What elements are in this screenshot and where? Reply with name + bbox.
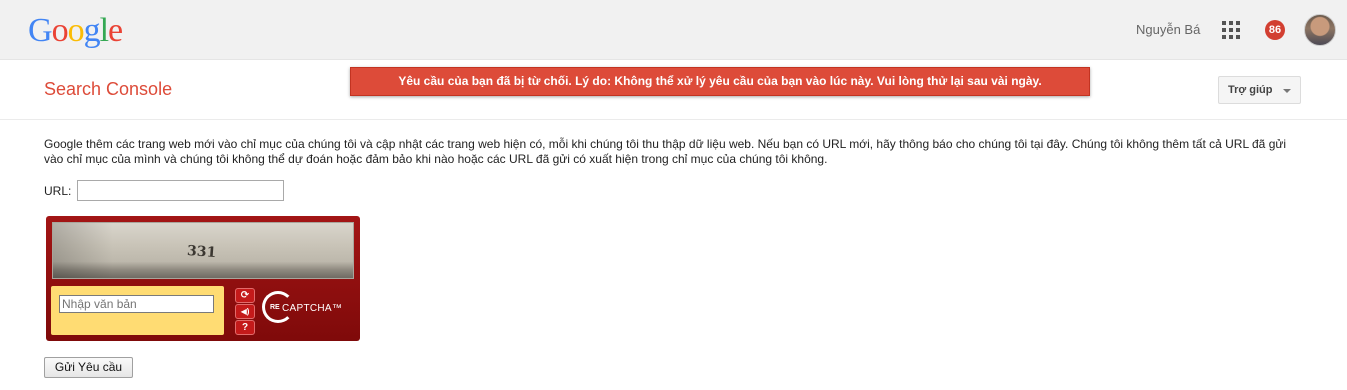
recaptcha-widget: 331 ⟳ ◀) ? RE CAPTCHA™ xyxy=(46,216,360,341)
google-logo[interactable]: Google xyxy=(28,11,123,51)
logo-letter: o xyxy=(67,12,85,49)
top-bar: Google Nguyễn Bá 86 xyxy=(0,0,1347,60)
refresh-icon[interactable]: ⟳ xyxy=(235,288,255,303)
description-text: Google thêm các trang web mới vào chỉ mụ… xyxy=(44,137,1287,166)
chevron-down-icon xyxy=(1283,89,1291,93)
recaptcha-logo: RE CAPTCHA™ xyxy=(262,289,352,334)
captcha-answer-box xyxy=(51,286,224,335)
help-button-label: Trợ giúp xyxy=(1228,84,1273,96)
logo-letter: G xyxy=(28,12,53,49)
captcha-image: 331 xyxy=(52,222,354,279)
user-name[interactable]: Nguyễn Bá xyxy=(1136,22,1200,37)
notification-badge[interactable]: 86 xyxy=(1265,20,1285,40)
audio-icon[interactable]: ◀) xyxy=(235,304,255,319)
submit-request-button[interactable]: Gửi Yêu cầu xyxy=(44,357,133,378)
help-icon[interactable]: ? xyxy=(235,320,255,335)
product-header: Search Console Yêu cầu của bạn đã bị từ … xyxy=(0,61,1347,120)
logo-letter: e xyxy=(108,12,123,49)
page-title[interactable]: Search Console xyxy=(44,79,172,100)
captcha-input[interactable] xyxy=(59,295,214,313)
captcha-challenge-text: 331 xyxy=(186,242,217,262)
url-label: URL: xyxy=(44,184,72,198)
avatar[interactable] xyxy=(1304,14,1336,46)
help-button[interactable]: Trợ giúp xyxy=(1218,76,1301,104)
logo-letter: o xyxy=(51,12,69,49)
error-banner: Yêu cầu của bạn đã bị từ chối. Lý do: Kh… xyxy=(350,67,1090,96)
url-input[interactable] xyxy=(77,180,284,201)
logo-letter: g xyxy=(83,12,101,49)
logo-letter: l xyxy=(99,12,110,49)
apps-grid-icon[interactable] xyxy=(1222,21,1240,39)
